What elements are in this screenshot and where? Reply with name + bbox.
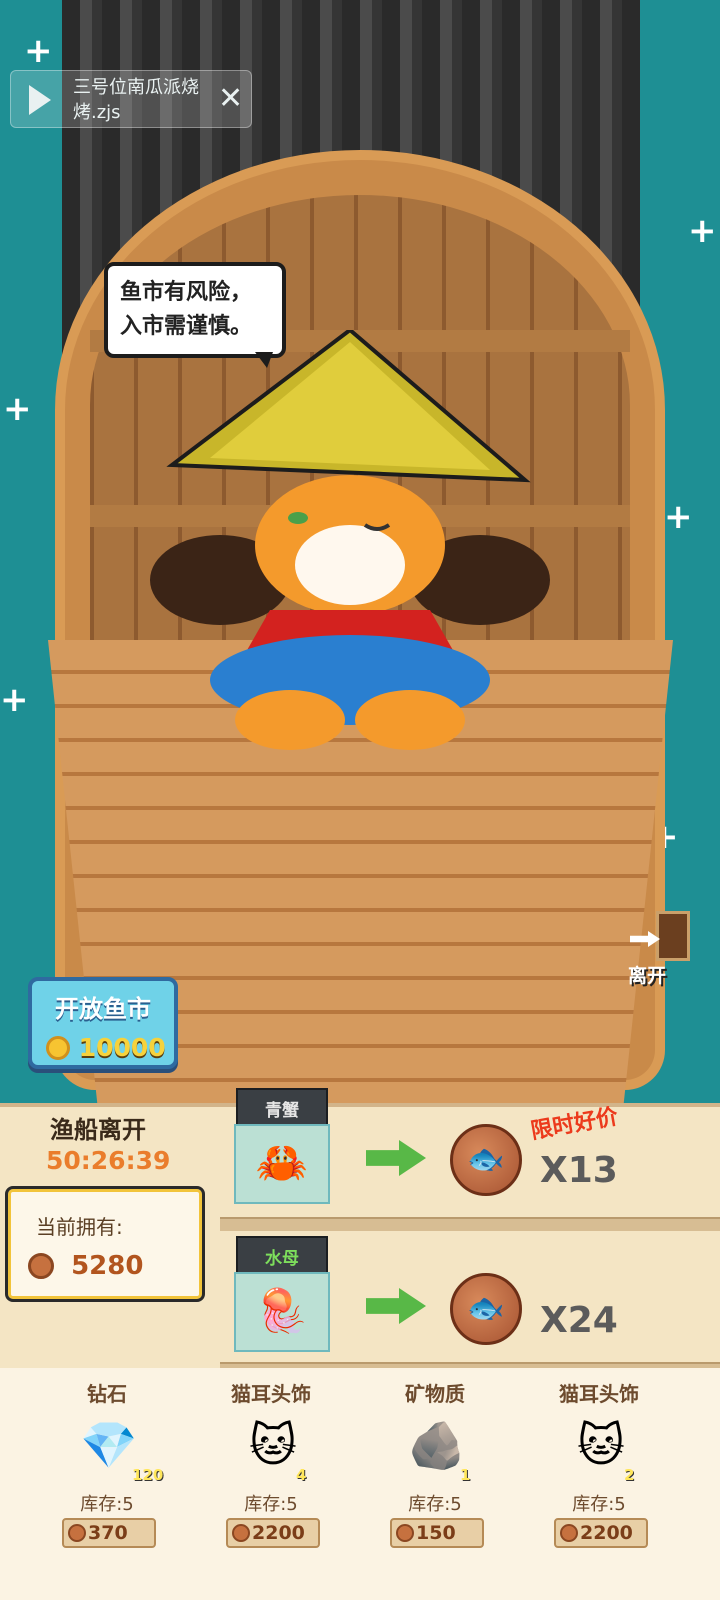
speech-bubble-tail	[255, 352, 273, 368]
owned-label: 当前拥有:	[36, 1215, 123, 1239]
jellyfish-icon: 🪼	[255, 1286, 309, 1335]
fish-coin-icon	[560, 1524, 578, 1542]
speech-line-2: 入市需谨慎。	[120, 314, 253, 339]
shop-item-cat-ear-headband[interactable]: 猫耳头饰 🐱 2 库存:5 2200	[514, 1368, 684, 1600]
shop-item-mineral[interactable]: 矿物质 🪨 1 库存:5 150	[350, 1368, 520, 1600]
shop-item-name: 钻石	[87, 1382, 127, 1406]
shop-item-price[interactable]: 370	[62, 1518, 156, 1548]
shop-item-diamond[interactable]: 钻石 💎 120 库存:5 370	[22, 1368, 192, 1600]
leave-button[interactable]: 离开	[624, 905, 700, 987]
open-market-cost-value: 10000	[78, 1033, 166, 1062]
fish-coin-icon: 🐟	[450, 1273, 522, 1345]
fisherman-cat-character[interactable]	[150, 330, 550, 750]
fish-coin-icon	[28, 1253, 54, 1279]
shop-item-price-value: 2200	[252, 1522, 305, 1544]
trade-item-tank[interactable]: 青蟹 🦀	[234, 1088, 330, 1206]
door-icon	[656, 911, 690, 961]
owned-amount: 5280	[71, 1251, 144, 1281]
open-market-label: 开放鱼市	[55, 995, 151, 1023]
leave-label: 离开	[628, 965, 667, 987]
open-market-button[interactable]: 开放鱼市 10000	[28, 977, 178, 1069]
speech-line-1: 鱼市有风险，	[120, 280, 253, 305]
owned-value: 5280	[28, 1251, 143, 1281]
replay-title: 三号位南瓜派烧烤.zjs	[73, 77, 199, 123]
game-scene: + + + + + + 鱼市有风险， 入市需谨慎。 三号位南瓜派烧烤.zjs ✕…	[0, 0, 720, 1125]
shop-item-price-value: 370	[88, 1522, 128, 1544]
sparkle-icon: +	[664, 497, 693, 537]
shop-item-price-value: 2200	[580, 1522, 633, 1544]
fish-coin-icon	[68, 1524, 86, 1542]
shop-item-price[interactable]: 2200	[554, 1518, 648, 1548]
speech-bubble: 鱼市有风险， 入市需谨慎。	[104, 262, 286, 358]
boat-departs-label: 渔船离开	[50, 1116, 146, 1144]
fish-coin-icon: 🐟	[450, 1124, 522, 1196]
cat-paw	[355, 690, 465, 750]
owned-currency-box: 当前拥有: 5280	[5, 1186, 205, 1302]
shop-bar: 钻石 💎 120 库存:5 370 猫耳头饰 🐱 4 库存:5 2200 矿物质…	[0, 1368, 720, 1600]
close-icon[interactable]: ✕	[218, 81, 243, 117]
trade-multiplier: X24	[540, 1300, 618, 1341]
shop-item-name: 猫耳头饰	[231, 1382, 311, 1406]
shop-item-price[interactable]: 150	[390, 1518, 484, 1548]
sparkle-icon: +	[0, 680, 29, 720]
shop-item-stock: 库存:5	[244, 1494, 298, 1515]
shop-item-count: 1	[460, 1466, 471, 1484]
crab-icon: 🦀	[255, 1138, 309, 1187]
gold-coin-icon	[46, 1036, 70, 1060]
fish-coin-icon	[396, 1524, 414, 1542]
shop-item-price[interactable]: 2200	[226, 1518, 320, 1548]
tank-lid: 水母	[236, 1236, 328, 1274]
trade-multiplier: X13	[540, 1150, 618, 1191]
open-market-cost: 10000	[46, 1033, 166, 1062]
cat-paw	[235, 690, 345, 750]
shop-item-price-value: 150	[416, 1522, 456, 1544]
shop-item-stock: 库存:5	[572, 1494, 626, 1515]
shop-item-count: 120	[132, 1466, 164, 1484]
shop-item-count: 2	[624, 1466, 635, 1484]
trade-item-tank[interactable]: 水母 🪼	[234, 1236, 330, 1354]
shop-item-count: 4	[296, 1466, 307, 1484]
cat-muzzle	[295, 525, 405, 605]
shelf	[220, 1217, 720, 1231]
trade-item-name: 青蟹	[265, 1101, 299, 1121]
shop-item-stock: 库存:5	[80, 1494, 134, 1515]
shop-item-cat-ear-headband[interactable]: 猫耳头饰 🐱 4 库存:5 2200	[186, 1368, 356, 1600]
shop-item-name: 猫耳头饰	[559, 1382, 639, 1406]
sparkle-icon: +	[3, 389, 32, 429]
shop-item-stock: 库存:5	[408, 1494, 462, 1515]
sparkle-icon: +	[24, 31, 53, 71]
fish-coin-icon	[232, 1524, 250, 1542]
shop-item-name: 矿物质	[405, 1382, 465, 1406]
tank-lid: 青蟹	[236, 1088, 328, 1126]
boat-departs-timer: 50:26:39	[46, 1146, 171, 1175]
play-icon[interactable]	[29, 85, 51, 115]
sparkle-icon: +	[688, 211, 717, 251]
replay-overlay[interactable]: 三号位南瓜派烧烤.zjs ✕	[10, 70, 252, 128]
trade-item-name: 水母	[265, 1249, 299, 1269]
cat-eye	[288, 512, 308, 524]
